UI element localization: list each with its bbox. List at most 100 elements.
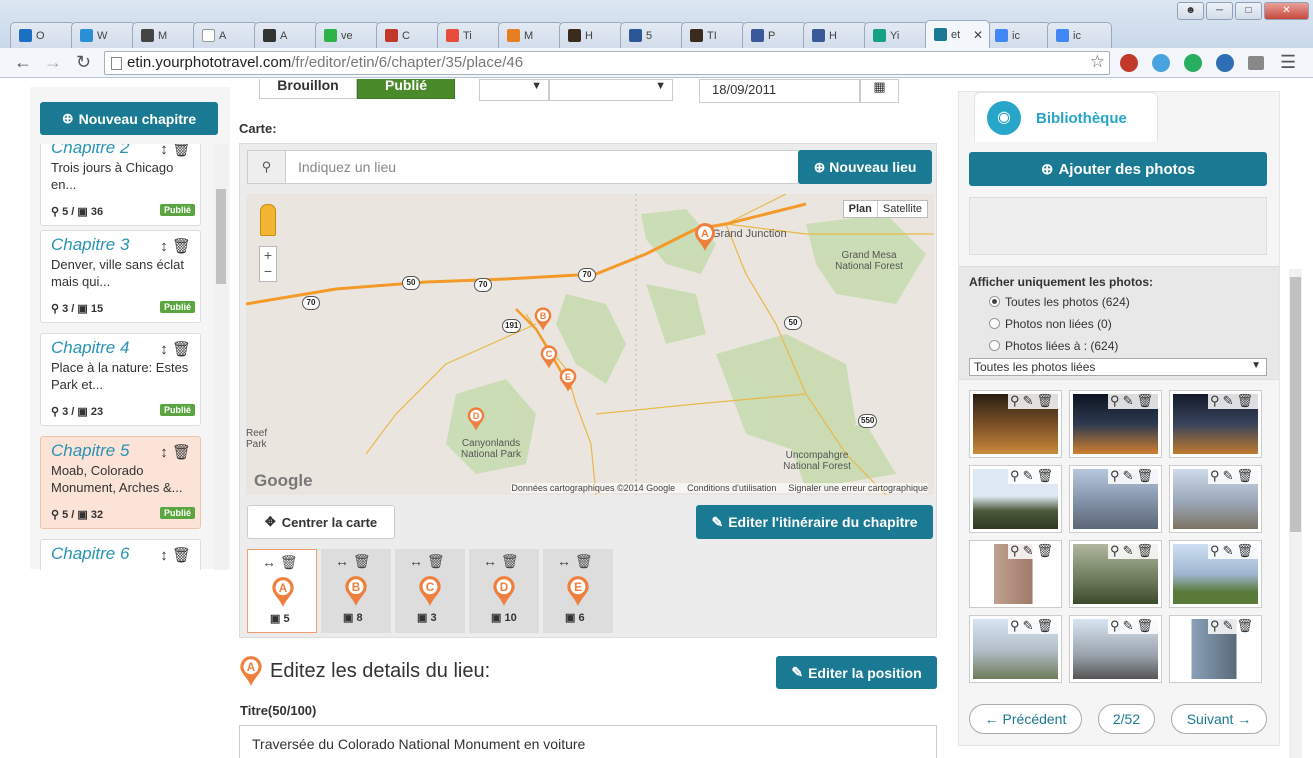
place-tile-b[interactable]: ↔ 🗑 B ▣ 8 bbox=[321, 549, 391, 633]
pencil-icon[interactable]: ✎ bbox=[1223, 393, 1237, 408]
reload-icon[interactable]: ↻ bbox=[76, 53, 91, 71]
move-icon[interactable]: ↔ bbox=[409, 553, 423, 569]
trash-icon[interactable]: 🗑 bbox=[280, 554, 298, 570]
title-input[interactable]: Traversée du Colorado National Monument … bbox=[239, 725, 937, 758]
radio-dot[interactable] bbox=[989, 318, 1000, 329]
trash-icon[interactable]: 🗑 bbox=[1236, 543, 1256, 558]
zoom-icon[interactable]: ⚲ bbox=[1110, 468, 1123, 483]
pencil-icon[interactable]: ✎ bbox=[1223, 543, 1237, 558]
trash-icon[interactable]: 🗑 bbox=[172, 238, 191, 255]
reorder-icon[interactable]: ↕ bbox=[160, 238, 168, 255]
trash-icon[interactable]: 🗑 bbox=[172, 341, 191, 358]
zoom-icon[interactable]: ⚲ bbox=[1210, 543, 1223, 558]
chapter-card-3[interactable]: Chapitre 3 ↕ 🗑 Denver, ville sans éclat … bbox=[40, 230, 201, 323]
radio-all-photos[interactable]: Toutes les photos (624) bbox=[989, 295, 1130, 309]
extension-ghost-icon[interactable] bbox=[1152, 54, 1170, 72]
chapter-card-6[interactable]: Chapitre 6 ↕ 🗑 bbox=[40, 539, 201, 570]
extension-grammarly-icon[interactable] bbox=[1184, 54, 1202, 72]
trash-icon[interactable]: 🗑 bbox=[1036, 543, 1056, 558]
browser-tab[interactable]: W bbox=[71, 22, 136, 48]
new-chapter-button[interactable]: ⊕ Nouveau chapitre bbox=[40, 102, 218, 135]
pegman-icon[interactable] bbox=[260, 204, 276, 236]
edit-itinerary-button[interactable]: ✎ Editer l'itinéraire du chapitre bbox=[696, 505, 933, 539]
date-input[interactable]: 18/09/2011 bbox=[699, 79, 860, 103]
photo-thumbnail[interactable]: ⚲✎🗑 bbox=[969, 465, 1062, 533]
trash-icon[interactable]: 🗑 bbox=[1236, 618, 1256, 633]
zoom-icon[interactable]: ⚲ bbox=[1010, 468, 1023, 483]
page-indicator[interactable]: 2/52 bbox=[1098, 704, 1155, 734]
chapter-card-5[interactable]: Chapitre 5 ↕ 🗑 Moab, Colorado Monument, … bbox=[40, 436, 201, 529]
photo-thumbnail[interactable]: ⚲✎🗑 bbox=[1169, 390, 1262, 458]
pencil-icon[interactable]: ✎ bbox=[1223, 468, 1237, 483]
reorder-icon[interactable]: ↕ bbox=[160, 144, 168, 158]
previous-page-button[interactable]: ← Précédent bbox=[969, 704, 1082, 734]
trash-icon[interactable]: 🗑 bbox=[1236, 468, 1256, 483]
scrollbar-thumb[interactable] bbox=[1290, 277, 1301, 532]
pencil-icon[interactable]: ✎ bbox=[1123, 543, 1137, 558]
center-map-button[interactable]: ✥ Centrer la carte bbox=[247, 505, 395, 539]
trash-icon[interactable]: 🗑 bbox=[1036, 393, 1056, 408]
reorder-icon[interactable]: ↕ bbox=[160, 444, 168, 461]
browser-tab[interactable]: ic bbox=[986, 22, 1051, 48]
radio-linked-photos[interactable]: Photos liées à : (624) bbox=[989, 339, 1118, 353]
map-type-satellite[interactable]: Satellite bbox=[878, 201, 927, 217]
zoom-icon[interactable]: ⚲ bbox=[1010, 393, 1023, 408]
cast-icon[interactable] bbox=[1248, 56, 1264, 70]
map-marker-e[interactable]: E bbox=[558, 367, 582, 397]
map-marker-b[interactable]: B bbox=[533, 306, 557, 336]
zoom-icon[interactable]: ⚲ bbox=[1010, 543, 1023, 558]
bookmark-star-icon[interactable]: ☆ bbox=[1090, 51, 1105, 73]
map-report-link[interactable]: Signaler une erreur cartographique bbox=[788, 483, 928, 493]
pencil-icon[interactable]: ✎ bbox=[1123, 393, 1137, 408]
trash-icon[interactable]: 🗑 bbox=[427, 553, 445, 569]
pencil-icon[interactable]: ✎ bbox=[1023, 618, 1037, 633]
zoom-icon[interactable]: ⚲ bbox=[1210, 468, 1223, 483]
move-icon[interactable]: ↔ bbox=[335, 553, 349, 569]
photo-thumbnail[interactable]: ⚲✎🗑 bbox=[969, 615, 1062, 683]
extension-stop-icon[interactable] bbox=[1120, 54, 1138, 72]
browser-tab[interactable]: TI bbox=[681, 22, 746, 48]
draft-button[interactable]: Brouillon bbox=[259, 79, 357, 99]
minute-select[interactable]: ▼ bbox=[549, 79, 673, 101]
photo-thumbnail[interactable]: ⚲✎🗑 bbox=[1069, 465, 1162, 533]
page-scrollbar[interactable] bbox=[1289, 269, 1302, 758]
photo-thumbnail[interactable]: ⚲✎🗑 bbox=[1069, 390, 1162, 458]
calendar-button[interactable]: ▦ bbox=[860, 79, 899, 103]
zoom-icon[interactable]: ⚲ bbox=[1010, 618, 1023, 633]
zoom-icon[interactable]: ⚲ bbox=[1110, 543, 1123, 558]
pencil-icon[interactable]: ✎ bbox=[1123, 618, 1137, 633]
photo-thumbnail[interactable]: ⚲✎🗑 bbox=[1069, 615, 1162, 683]
chapter-scrollbar[interactable] bbox=[214, 144, 228, 570]
browser-tab[interactable]: M bbox=[498, 22, 563, 48]
zoom-icon[interactable]: ⚲ bbox=[1110, 393, 1123, 408]
upload-area[interactable] bbox=[969, 197, 1267, 255]
browser-tab[interactable]: A bbox=[254, 22, 319, 48]
minimize-button[interactable]: ─ bbox=[1206, 2, 1233, 20]
map-marker-d[interactable]: D bbox=[466, 406, 490, 436]
map-canvas[interactable]: Plan Satellite + − Grand Junction Grand … bbox=[246, 194, 934, 495]
edit-position-button[interactable]: ✎ Editer la position bbox=[776, 656, 937, 689]
photo-thumbnail[interactable]: ⚲✎🗑 bbox=[1169, 615, 1262, 683]
menu-icon[interactable]: ☰ bbox=[1280, 53, 1296, 71]
place-tile-e[interactable]: ↔ 🗑 E ▣ 6 bbox=[543, 549, 613, 633]
trash-icon[interactable]: 🗑 bbox=[1136, 468, 1156, 483]
zoom-icon[interactable]: ⚲ bbox=[1110, 618, 1123, 633]
close-tab-icon[interactable]: ✕ bbox=[973, 28, 983, 42]
chapter-card-2[interactable]: Chapitre 2 ↕ 🗑 Trois jours à Chicago en.… bbox=[40, 144, 201, 226]
browser-tab[interactable]: ic bbox=[1047, 22, 1112, 48]
place-tile-c[interactable]: ↔ 🗑 C ▣ 3 bbox=[395, 549, 465, 633]
scrollbar-thumb[interactable] bbox=[216, 189, 226, 284]
browser-tab[interactable]: ve bbox=[315, 22, 380, 48]
photo-thumbnail[interactable]: ⚲✎🗑 bbox=[1169, 465, 1262, 533]
add-photos-button[interactable]: ⊕ Ajouter des photos bbox=[969, 152, 1267, 186]
trash-icon[interactable]: 🗑 bbox=[353, 553, 371, 569]
address-bar[interactable]: etin.yourphototravel.com/fr/editor/etin/… bbox=[104, 51, 1110, 75]
place-tile-d[interactable]: ↔ 🗑 D ▣ 10 bbox=[469, 549, 539, 633]
profile-button[interactable]: ☻ bbox=[1177, 2, 1204, 20]
published-button[interactable]: Publié bbox=[357, 79, 455, 99]
browser-tab[interactable]: A bbox=[193, 22, 258, 48]
browser-tab[interactable]: et ✕ bbox=[925, 20, 990, 48]
browser-tab[interactable]: Ti bbox=[437, 22, 502, 48]
pencil-icon[interactable]: ✎ bbox=[1123, 468, 1137, 483]
photo-thumbnail[interactable]: ⚲✎🗑 bbox=[969, 540, 1062, 608]
